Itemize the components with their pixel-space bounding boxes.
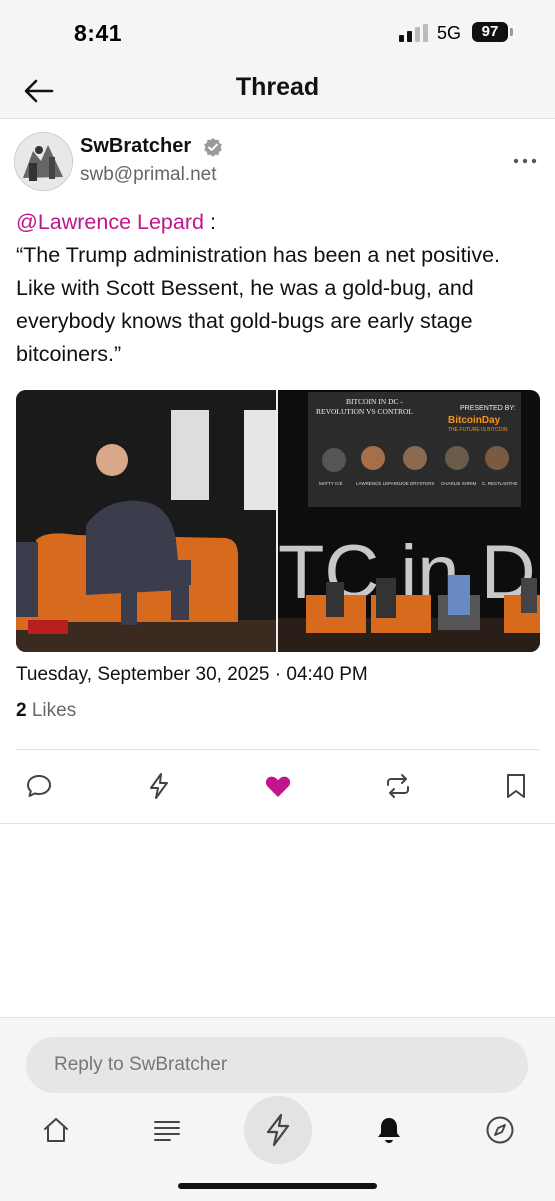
post-body: “The Trump administration has been a net… — [16, 243, 501, 366]
banner-line1: BITCOIN IN DC - — [346, 397, 403, 406]
divider — [16, 749, 539, 750]
photo-right: BITCOIN IN DC - REVOLUTION VS CONTROL PR… — [278, 390, 540, 652]
likes-label: Likes — [31, 700, 77, 721]
post-image[interactable]: BITCOIN IN DC - REVOLUTION VS CONTROL PR… — [16, 390, 540, 652]
post-timestamp: Tuesday, September 30, 2025 · 04:40 PM — [16, 664, 368, 685]
speaker-name: MATTY ICE — [319, 481, 343, 486]
sponsor-tagline: THE FUTURE IS BITCOIN — [448, 427, 508, 433]
likes-summary[interactable]: 2 Likes — [16, 700, 76, 722]
author-name[interactable]: SwBratcher — [80, 135, 191, 158]
sponsor-name: BitcoinDay — [448, 415, 501, 426]
network-type: 5G — [437, 23, 462, 43]
divider — [0, 823, 555, 824]
feed-icon[interactable] — [152, 1115, 182, 1145]
reply-icon[interactable] — [25, 772, 53, 800]
banner-line2: REVOLUTION VS CONTROL — [316, 407, 413, 416]
avatar[interactable] — [14, 132, 73, 191]
likes-count: 2 — [16, 700, 27, 721]
zap-icon[interactable] — [145, 772, 173, 800]
speaker-name: C. RESTLANTHE — [482, 481, 518, 486]
repost-icon[interactable] — [384, 772, 412, 800]
speaker-name: CHARLIE SHRIM — [441, 481, 477, 486]
bookmark-icon[interactable] — [502, 772, 530, 800]
page-title: Thread — [235, 73, 320, 101]
photo-left — [16, 390, 276, 652]
more-options-icon[interactable] — [512, 148, 538, 174]
like-icon[interactable] — [264, 772, 292, 800]
mention-link[interactable]: @Lawrence Lepard — [16, 210, 204, 234]
explore-icon[interactable] — [485, 1115, 515, 1145]
mention-suffix: : — [203, 210, 216, 234]
author-handle[interactable]: swb@primal.net — [80, 164, 217, 186]
reply-placeholder: Reply to SwBratcher — [54, 1054, 228, 1075]
home-indicator — [178, 1183, 377, 1189]
notifications-icon[interactable] — [374, 1115, 404, 1145]
signal-icon — [399, 24, 428, 42]
speaker-name: JOE DRYSTERS — [400, 481, 434, 486]
home-icon[interactable] — [41, 1115, 71, 1145]
battery-tip — [510, 28, 513, 36]
status-time: 8:41 — [74, 20, 123, 46]
battery-icon: 97 — [472, 22, 508, 42]
verified-badge-icon — [204, 138, 222, 157]
speaker-name: LAWRENCE LEPARD — [356, 481, 401, 486]
zap-icon — [266, 1113, 290, 1147]
avatar-image — [15, 133, 72, 190]
post-content: @Lawrence Lepard : “The Trump administra… — [16, 206, 541, 371]
presented-by: PRESENTED BY: — [460, 405, 516, 412]
